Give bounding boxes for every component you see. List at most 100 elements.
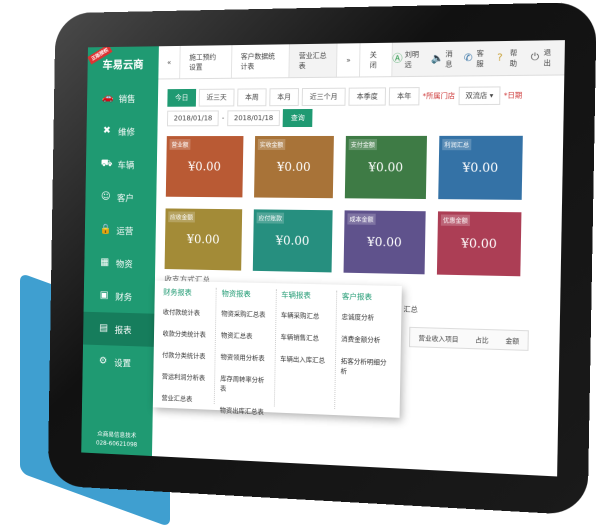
vehicle-icon: ⛟	[100, 158, 113, 170]
menu-item[interactable]: 收款分类统计表	[162, 328, 210, 339]
menu-column: 物资报表 物资采购汇总表 物资汇总表 物资领用分析表 库存周转率分析表 物资出库汇总表	[214, 287, 277, 416]
close-tabs-button[interactable]: 关闭	[360, 42, 393, 77]
summary-tile[interactable]: 应付账款 ¥0.00	[252, 209, 333, 273]
menu-item[interactable]: 收付款统计表	[163, 306, 211, 317]
tile-value: ¥0.00	[366, 234, 402, 250]
period-button-1[interactable]: 近三天	[198, 88, 235, 107]
sidebar: 正版授权 车易云商 🚗 销售 ✖ 维修 ⛟ 车辆 ☺ 客户 🔒 运营 ▦ 物资 ▣ 财务 ▤ 报表 ⚙ 设置 众商易…	[81, 44, 159, 457]
date-from-input[interactable]: 2018/01/18	[166, 110, 220, 127]
toolbar-item-2[interactable]: ✆ 客服	[464, 48, 489, 69]
toolbar-item-1[interactable]: 🔈 消息	[431, 48, 456, 69]
caret-down-icon: ▾	[489, 91, 494, 100]
period-button-3[interactable]: 本月	[269, 88, 300, 107]
car-icon: 🚗	[101, 92, 114, 104]
period-button-5[interactable]: 本季度	[348, 87, 387, 106]
sidebar-item-label: 车辆	[117, 160, 135, 171]
toolbar-item-0[interactable]: Ⓐ 刘明远	[392, 49, 423, 70]
sidebar-item-label: 报表	[114, 325, 132, 336]
menu-item[interactable]: 物资出库汇总表	[220, 404, 269, 416]
period-button-2[interactable]: 本周	[237, 88, 267, 107]
menu-item[interactable]: 车辆采购汇总	[281, 309, 331, 320]
tab-2[interactable]: 营业汇总表	[289, 43, 338, 78]
summary-tile[interactable]: 营业额 ¥0.00	[165, 136, 244, 198]
user-icon: ☺	[100, 191, 111, 203]
period-button-0[interactable]: 今日	[167, 88, 197, 107]
toolbar-label: 退出	[543, 48, 552, 67]
sidebar-footer: 众商易信息技术 028-60621098	[81, 429, 152, 450]
tile-value: ¥0.00	[276, 159, 311, 174]
period-button-6[interactable]: 本年	[388, 87, 420, 106]
sidebar-item-2[interactable]: ⛟ 车辆	[86, 148, 157, 181]
menu-item[interactable]: 物资领用分析表	[221, 351, 270, 363]
menu-column-title: 车辆报表	[281, 290, 311, 301]
menu-item[interactable]: 付款分类统计表	[162, 349, 210, 360]
menu-item[interactable]: 物资汇总表	[221, 329, 270, 340]
summary-tile[interactable]: 应收金额 ¥0.00	[164, 208, 243, 271]
report-icon: ▤	[99, 322, 109, 334]
tile-label: 应付账款	[256, 212, 285, 224]
sidebar-item-7[interactable]: ▤ 报表	[83, 311, 155, 347]
menu-item[interactable]: 营运利润分析表	[162, 371, 210, 383]
toolbar-label: 客服	[476, 49, 484, 68]
menu-item[interactable]: 车辆出入库汇总	[280, 353, 330, 365]
sidebar-item-0[interactable]: 🚗 销售	[87, 81, 158, 114]
tile-value: ¥0.00	[187, 159, 221, 174]
sidebar-item-label: 物资	[115, 259, 133, 270]
tile-value: ¥0.00	[186, 232, 220, 247]
tile-label: 应收金额	[168, 211, 196, 223]
sidebar-item-8[interactable]: ⚙ 设置	[82, 345, 153, 380]
sidebar-item-4[interactable]: 🔒 运营	[85, 213, 156, 247]
summary-header: 营业收入项目 占比 金额	[408, 326, 529, 351]
query-button[interactable]: 查询	[282, 108, 313, 128]
tab-bar: « 施工预约设置 客户数据统计表 营业汇总表 » 关闭 Ⓐ 刘明远 🔈 消息 ✆ 客服 ? 帮助 ⏻…	[158, 40, 565, 80]
sidebar-item-5[interactable]: ▦ 物资	[84, 246, 155, 280]
toolbar-label: 刘明远	[404, 49, 420, 69]
tile-label: 实收金额	[257, 138, 286, 150]
user-circle-icon: Ⓐ	[392, 53, 403, 65]
filter-bar: 今日 近三天 本周 本月 近三个月 本季度 本年 *所属门店 双流店 ▾ *日期 2018/01/…	[166, 86, 556, 128]
sidebar-item-6[interactable]: ▣ 财务	[84, 279, 155, 314]
tile-label: 成本金额	[347, 213, 376, 225]
menu-column: 财务报表 收付款统计表 收款分类统计表 付款分类统计表 营运利润分析表 营业汇总表	[156, 286, 217, 405]
period-button-4[interactable]: 近三个月	[301, 87, 346, 107]
logo: 正版授权 车易云商	[87, 44, 158, 82]
finance-icon: ▣	[99, 289, 109, 301]
tab-0[interactable]: 施工预约设置	[180, 45, 233, 79]
sidebar-item-3[interactable]: ☺ 客户	[85, 181, 156, 215]
phone-icon: ✆	[463, 52, 473, 64]
menu-item[interactable]: 忠诚度分析	[341, 311, 392, 322]
summary-tile[interactable]: 成本金额 ¥0.00	[343, 210, 426, 275]
menu-item[interactable]: 车辆销售汇总	[280, 331, 330, 343]
toolbar-label: 消息	[445, 49, 453, 68]
store-label: *所属门店	[422, 91, 456, 101]
tile-value: ¥0.00	[460, 236, 497, 252]
date-label: *日期	[503, 91, 523, 100]
tile-value: ¥0.00	[368, 160, 404, 175]
sidebar-item-label: 运营	[116, 226, 134, 237]
warehouse-icon: ▦	[100, 257, 110, 268]
store-value: 双流店	[465, 91, 488, 101]
toolbar-item-4[interactable]: ⏻ 退出	[530, 47, 556, 68]
menu-item[interactable]: 库存周转率分析表	[220, 373, 269, 395]
summary-tile[interactable]: 实收金额 ¥0.00	[254, 135, 334, 199]
menu-item[interactable]: 拓客分析明细分析	[340, 355, 391, 377]
tile-value: ¥0.00	[275, 233, 310, 248]
summary-tile[interactable]: 支付金额 ¥0.00	[344, 135, 427, 200]
summary-tile[interactable]: 利润汇总 ¥0.00	[438, 135, 523, 200]
menu-item[interactable]: 物资采购汇总表	[221, 308, 270, 319]
report-menu: 财务报表 收付款统计表 收款分类统计表 付款分类统计表 营运利润分析表 营业汇总表 物资报表…	[152, 280, 402, 418]
tile-label: 优惠金额	[440, 214, 471, 227]
toolbar-item-3[interactable]: ? 帮助	[497, 47, 522, 68]
menu-column-title: 客户报表	[341, 291, 373, 302]
sidebar-item-1[interactable]: ✖ 维修	[86, 115, 157, 148]
date-to-input[interactable]: 2018/01/18	[227, 110, 281, 127]
tab-back-button[interactable]: «	[158, 45, 181, 79]
summary-tile[interactable]: 优惠金额 ¥0.00	[436, 211, 522, 277]
tab-1[interactable]: 客户数据统计表	[231, 44, 291, 78]
screen: 正版授权 车易云商 🚗 销售 ✖ 维修 ⛟ 车辆 ☺ 客户 🔒 运营 ▦ 物资 ▣ 财务 ▤ 报表 ⚙ 设置 众商易…	[81, 40, 565, 477]
tab-forward-button[interactable]: »	[337, 43, 361, 77]
tile-value: ¥0.00	[462, 160, 499, 175]
store-select[interactable]: 双流店 ▾	[457, 86, 501, 106]
menu-item[interactable]: 消费金额分析	[341, 333, 392, 345]
menu-item[interactable]: 营业汇总表	[161, 392, 209, 404]
